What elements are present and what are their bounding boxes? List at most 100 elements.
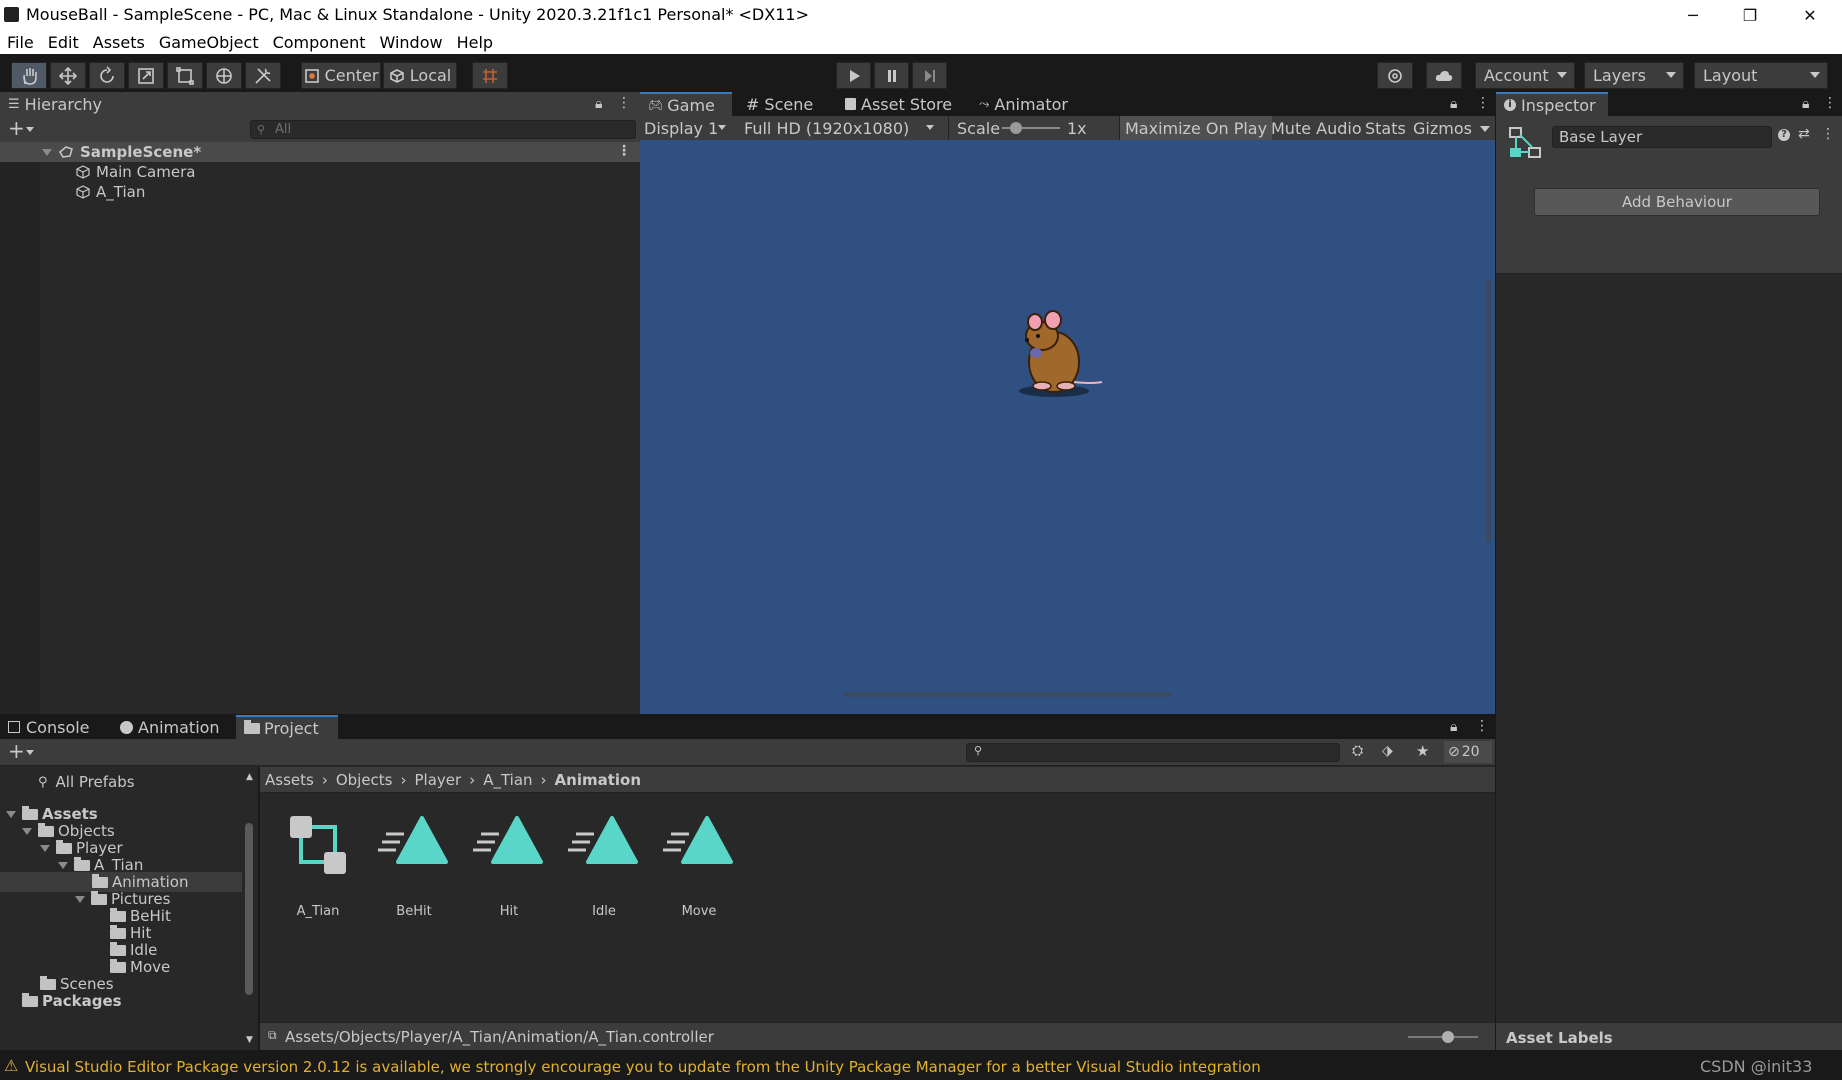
editor-status-bar[interactable]: ⚠ Visual Studio Editor Package version 2…: [0, 1054, 1842, 1080]
gizmos-toggle[interactable]: Gizmos: [1408, 116, 1477, 140]
step-button[interactable]: [912, 62, 947, 89]
filter-by-label-icon[interactable]: ⬗: [1382, 743, 1393, 759]
project-search-input[interactable]: ⚲: [966, 743, 1340, 762]
project-toolbar: + ⚲ ⛭ ⬗ ★ ⊘ 20: [0, 739, 1495, 766]
menu-help[interactable]: Help: [450, 33, 500, 52]
hidden-packages-toggle[interactable]: ⊘ 20: [1444, 741, 1492, 763]
maximize-on-play-toggle[interactable]: Maximize On Play: [1120, 116, 1273, 140]
panel-menu-icon[interactable]: ⋮: [617, 95, 631, 111]
hierarchy-search-input[interactable]: ⚲ All: [250, 120, 636, 139]
lock-icon[interactable]: 🔒︎: [595, 96, 602, 112]
close-button[interactable]: ✕: [1785, 0, 1835, 30]
slider-thumb[interactable]: [1010, 122, 1022, 134]
asset-a-tian-controller[interactable]: A_Tian: [278, 812, 358, 919]
gizmos-dropdown-arrow-icon[interactable]: [1480, 126, 1490, 132]
panel-menu-icon[interactable]: ⋮: [1823, 95, 1837, 111]
preset-icon[interactable]: ⇄: [1798, 126, 1810, 142]
menu-window[interactable]: Window: [372, 33, 449, 52]
add-button[interactable]: +: [8, 116, 25, 140]
item-label: Packages: [42, 992, 122, 1010]
tab-inspector[interactable]: i Inspector: [1496, 92, 1608, 116]
scene-row[interactable]: SampleScene* ⋮: [0, 142, 640, 162]
asset-idle-clip[interactable]: Idle: [564, 812, 644, 919]
layer-name-field[interactable]: Base Layer: [1552, 126, 1772, 148]
menu-edit[interactable]: Edit: [41, 33, 86, 52]
tree-scrollbar[interactable]: [245, 823, 253, 995]
tab-animator[interactable]: ⤳ Animator: [971, 92, 1076, 116]
minimize-button[interactable]: ─: [1668, 0, 1718, 30]
lock-icon[interactable]: 🔒︎: [1450, 719, 1457, 735]
vertical-scrollbar[interactable]: [1486, 280, 1491, 542]
asset-labels-header[interactable]: Asset Labels: [1496, 1022, 1842, 1050]
horizontal-scrollbar[interactable]: [843, 692, 1171, 697]
custom-tool-button[interactable]: [245, 62, 281, 89]
grid-snap-button[interactable]: [472, 62, 508, 89]
asset-move-clip[interactable]: Move: [659, 812, 739, 919]
all-prefabs-item[interactable]: ⚲ All Prefabs: [0, 772, 242, 792]
tab-animation[interactable]: Animation: [112, 715, 228, 739]
panel-menu-icon[interactable]: ⋮: [1476, 95, 1490, 111]
layers-dropdown[interactable]: Layers: [1584, 62, 1684, 89]
collab-button[interactable]: [1377, 62, 1413, 89]
mute-audio-toggle[interactable]: Mute Audio: [1266, 116, 1367, 140]
asset-behit-clip[interactable]: BeHit: [374, 812, 454, 919]
help-icon[interactable]: ?: [1778, 129, 1790, 141]
breadcrumb-animation[interactable]: Animation: [555, 771, 641, 789]
hierarchy-item-a-tian[interactable]: A_Tian: [0, 182, 640, 202]
scroll-up-arrow-icon[interactable]: ▲: [246, 772, 253, 782]
restore-button[interactable]: ❐: [1725, 0, 1775, 30]
add-behaviour-button[interactable]: Add Behaviour: [1534, 188, 1820, 216]
asset-hit-clip[interactable]: Hit: [469, 812, 549, 919]
panel-menu-icon[interactable]: ⋮: [1475, 718, 1489, 734]
folder-icon: [244, 719, 260, 734]
component-menu-icon[interactable]: ⋮: [1821, 126, 1835, 142]
breadcrumb-a-tian[interactable]: A_Tian: [483, 771, 532, 789]
hand-tool-button[interactable]: [11, 62, 47, 89]
scroll-down-arrow-icon[interactable]: ▼: [246, 1035, 253, 1045]
chevron-down-icon: [1666, 72, 1676, 78]
scale-slider[interactable]: [1002, 116, 1060, 140]
game-view-canvas[interactable]: [640, 140, 1495, 714]
tab-hierarchy[interactable]: ☰ Hierarchy: [0, 92, 110, 116]
menu-component[interactable]: Component: [266, 33, 373, 52]
tab-scene[interactable]: # Scene: [738, 92, 821, 116]
rect-tool-button[interactable]: [167, 62, 203, 89]
chevron-down-icon[interactable]: [26, 750, 34, 755]
rotate-tool-button[interactable]: [89, 62, 125, 89]
chevron-down-icon[interactable]: [26, 127, 34, 132]
lock-icon[interactable]: 🔒︎: [1802, 96, 1809, 112]
stats-toggle[interactable]: Stats: [1360, 116, 1411, 140]
move-tool-button[interactable]: [50, 62, 86, 89]
tab-label: Scene: [764, 94, 814, 114]
menu-gameobject[interactable]: GameObject: [152, 33, 266, 52]
menu-file[interactable]: File: [0, 33, 41, 52]
pivot-local-toggle[interactable]: Local: [383, 62, 457, 89]
icon-size-slider-thumb[interactable]: [1442, 1031, 1454, 1043]
favorites-star-icon[interactable]: ★: [1416, 742, 1429, 760]
transform-tool-button[interactable]: [206, 62, 242, 89]
breadcrumb-objects[interactable]: Objects: [336, 771, 393, 789]
pause-button[interactable]: [874, 62, 909, 89]
create-button[interactable]: +: [8, 739, 25, 763]
breadcrumb-player[interactable]: Player: [415, 771, 462, 789]
resolution-dropdown[interactable]: Full HD (1920x1080): [744, 118, 940, 138]
pivot-center-toggle[interactable]: Center: [301, 62, 381, 89]
breadcrumb-assets[interactable]: Assets: [265, 771, 314, 789]
menu-assets[interactable]: Assets: [86, 33, 152, 52]
display-dropdown[interactable]: Display 1: [644, 118, 730, 138]
hierarchy-item-main-camera[interactable]: Main Camera: [0, 162, 640, 182]
tab-game[interactable]: 🎮︎ Game: [640, 92, 732, 116]
tree-packages[interactable]: Packages: [0, 991, 242, 1011]
tab-console[interactable]: Console: [0, 715, 98, 739]
filter-by-type-icon[interactable]: ⛭: [1352, 743, 1363, 759]
account-dropdown[interactable]: Account: [1475, 62, 1575, 89]
scale-tool-button[interactable]: [128, 62, 164, 89]
layout-dropdown[interactable]: Layout: [1694, 62, 1828, 89]
tab-project[interactable]: Project: [236, 715, 338, 739]
scene-menu-icon[interactable]: ⋮: [617, 143, 631, 159]
cloud-button[interactable]: [1426, 62, 1462, 89]
lock-icon[interactable]: 🔒︎: [1450, 96, 1457, 112]
tab-asset-store[interactable]: Asset Store: [837, 92, 960, 116]
play-button[interactable]: [836, 62, 871, 89]
local-space-icon: [389, 68, 404, 83]
